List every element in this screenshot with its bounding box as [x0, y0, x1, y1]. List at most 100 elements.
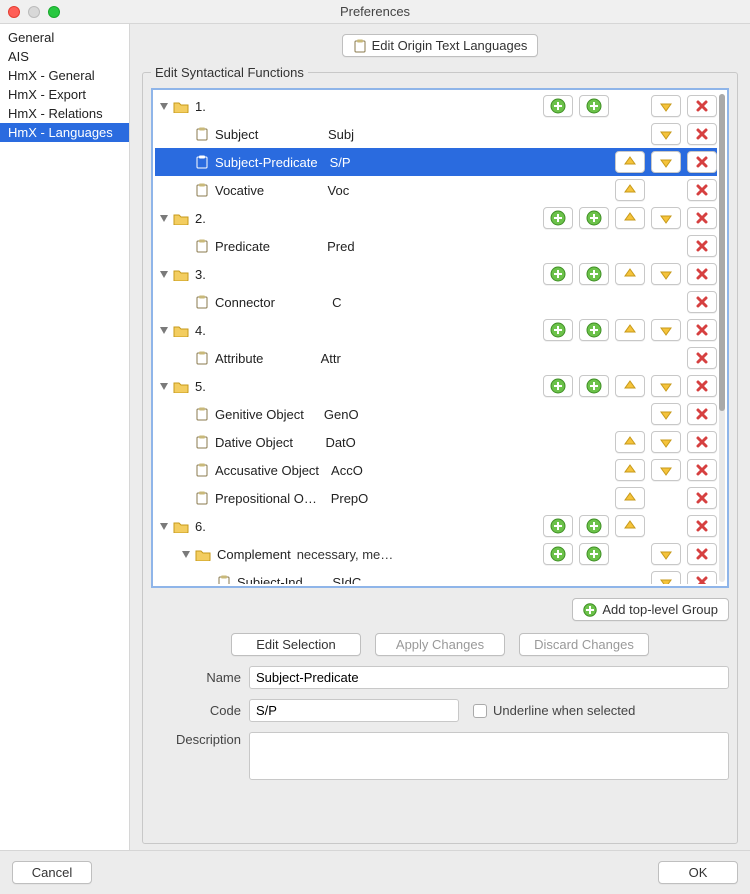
add-child-button[interactable]	[543, 207, 573, 229]
disclosure-icon[interactable]	[159, 213, 169, 223]
move-down-button[interactable]	[651, 431, 681, 453]
tree-item[interactable]: ConnectorC	[155, 288, 717, 316]
code-field[interactable]	[249, 699, 459, 722]
disclosure-icon[interactable]	[159, 325, 169, 335]
delete-button[interactable]	[687, 347, 717, 369]
row-label: 3.	[195, 267, 206, 282]
tree-group[interactable]: Complementnecessary, mea…	[155, 540, 717, 568]
sidebar-item-1[interactable]: AIS	[0, 47, 129, 66]
delete-button[interactable]	[687, 235, 717, 257]
move-up-button[interactable]	[615, 179, 645, 201]
delete-button[interactable]	[687, 403, 717, 425]
tree-item[interactable]: Dative ObjectDatO	[155, 428, 717, 456]
add-sibling-button[interactable]	[579, 543, 609, 565]
sidebar-item-5[interactable]: HmX - Languages	[0, 123, 129, 142]
tree-item[interactable]: VocativeVoc	[155, 176, 717, 204]
disclosure-icon[interactable]	[159, 101, 169, 111]
move-down-button[interactable]	[651, 571, 681, 584]
tree-item[interactable]: Genitive ObjectGenO	[155, 400, 717, 428]
delete-button[interactable]	[687, 151, 717, 173]
sidebar-item-3[interactable]: HmX - Export	[0, 85, 129, 104]
sidebar-item-4[interactable]: HmX - Relations	[0, 104, 129, 123]
tree-item[interactable]: Subject-Ind…SIdC	[155, 568, 717, 584]
tree-item[interactable]: Subject-PredicateS/P	[155, 148, 717, 176]
disclosure-icon[interactable]	[159, 521, 169, 531]
add-child-button[interactable]	[543, 375, 573, 397]
move-down-button[interactable]	[651, 543, 681, 565]
tree-item[interactable]: Accusative ObjectAccO	[155, 456, 717, 484]
move-down-button[interactable]	[651, 263, 681, 285]
delete-button[interactable]	[687, 263, 717, 285]
scrollbar-track[interactable]	[719, 94, 725, 582]
underline-checkbox[interactable]: Underline when selected	[473, 703, 635, 718]
delete-button[interactable]	[687, 375, 717, 397]
delete-button[interactable]	[687, 431, 717, 453]
delete-button[interactable]	[687, 459, 717, 481]
edit-origin-languages-label: Edit Origin Text Languages	[372, 38, 528, 53]
add-sibling-button[interactable]	[579, 95, 609, 117]
add-sibling-button[interactable]	[579, 375, 609, 397]
ok-button[interactable]: OK	[658, 861, 738, 884]
tree-group[interactable]: 1.	[155, 92, 717, 120]
move-up-button[interactable]	[615, 263, 645, 285]
delete-button[interactable]	[687, 487, 717, 509]
disclosure-icon[interactable]	[159, 381, 169, 391]
move-down-button[interactable]	[651, 403, 681, 425]
move-up-button[interactable]	[615, 151, 645, 173]
move-up-button[interactable]	[615, 459, 645, 481]
tree-group[interactable]: 2.	[155, 204, 717, 232]
delete-button[interactable]	[687, 95, 717, 117]
tree-group[interactable]: 3.	[155, 260, 717, 288]
move-down-button[interactable]	[651, 375, 681, 397]
edit-origin-languages-button[interactable]: Edit Origin Text Languages	[342, 34, 539, 57]
move-down-button[interactable]	[651, 123, 681, 145]
add-top-level-group-button[interactable]: Add top-level Group	[572, 598, 729, 621]
delete-button[interactable]	[687, 515, 717, 537]
move-up-button[interactable]	[615, 487, 645, 509]
move-up-button[interactable]	[615, 375, 645, 397]
delete-button[interactable]	[687, 179, 717, 201]
add-sibling-button[interactable]	[579, 207, 609, 229]
delete-button[interactable]	[687, 291, 717, 313]
tree-item[interactable]: AttributeAttr	[155, 344, 717, 372]
add-sibling-button[interactable]	[579, 515, 609, 537]
delete-button[interactable]	[687, 543, 717, 565]
move-up-button[interactable]	[615, 431, 645, 453]
add-child-button[interactable]	[543, 515, 573, 537]
sidebar-item-0[interactable]: General	[0, 28, 129, 47]
add-child-button[interactable]	[543, 543, 573, 565]
move-down-button[interactable]	[651, 319, 681, 341]
disclosure-icon[interactable]	[159, 269, 169, 279]
delete-button[interactable]	[687, 207, 717, 229]
tree-group[interactable]: 4.	[155, 316, 717, 344]
delete-button[interactable]	[687, 123, 717, 145]
disclosure-icon[interactable]	[181, 549, 191, 559]
sidebar-item-2[interactable]: HmX - General	[0, 66, 129, 85]
add-sibling-button[interactable]	[579, 263, 609, 285]
move-up-button[interactable]	[615, 207, 645, 229]
move-up-button[interactable]	[615, 319, 645, 341]
tree-item[interactable]: SubjectSubj	[155, 120, 717, 148]
move-down-button[interactable]	[651, 151, 681, 173]
tree-group[interactable]: 5.	[155, 372, 717, 400]
description-field[interactable]	[249, 732, 729, 780]
move-down-button[interactable]	[651, 207, 681, 229]
add-sibling-button[interactable]	[579, 319, 609, 341]
discard-changes-button[interactable]: Discard Changes	[519, 633, 649, 656]
scrollbar-thumb[interactable]	[719, 94, 725, 411]
delete-button[interactable]	[687, 319, 717, 341]
tree-item[interactable]: Prepositional O…PrepO	[155, 484, 717, 512]
move-up-button[interactable]	[615, 515, 645, 537]
add-child-button[interactable]	[543, 319, 573, 341]
add-child-button[interactable]	[543, 95, 573, 117]
name-field[interactable]	[249, 666, 729, 689]
delete-button[interactable]	[687, 571, 717, 584]
tree-group[interactable]: 6.	[155, 512, 717, 540]
move-down-button[interactable]	[651, 95, 681, 117]
cancel-button[interactable]: Cancel	[12, 861, 92, 884]
move-down-button[interactable]	[651, 459, 681, 481]
edit-selection-button[interactable]: Edit Selection	[231, 633, 361, 656]
tree-item[interactable]: PredicatePred	[155, 232, 717, 260]
add-child-button[interactable]	[543, 263, 573, 285]
apply-changes-button[interactable]: Apply Changes	[375, 633, 505, 656]
